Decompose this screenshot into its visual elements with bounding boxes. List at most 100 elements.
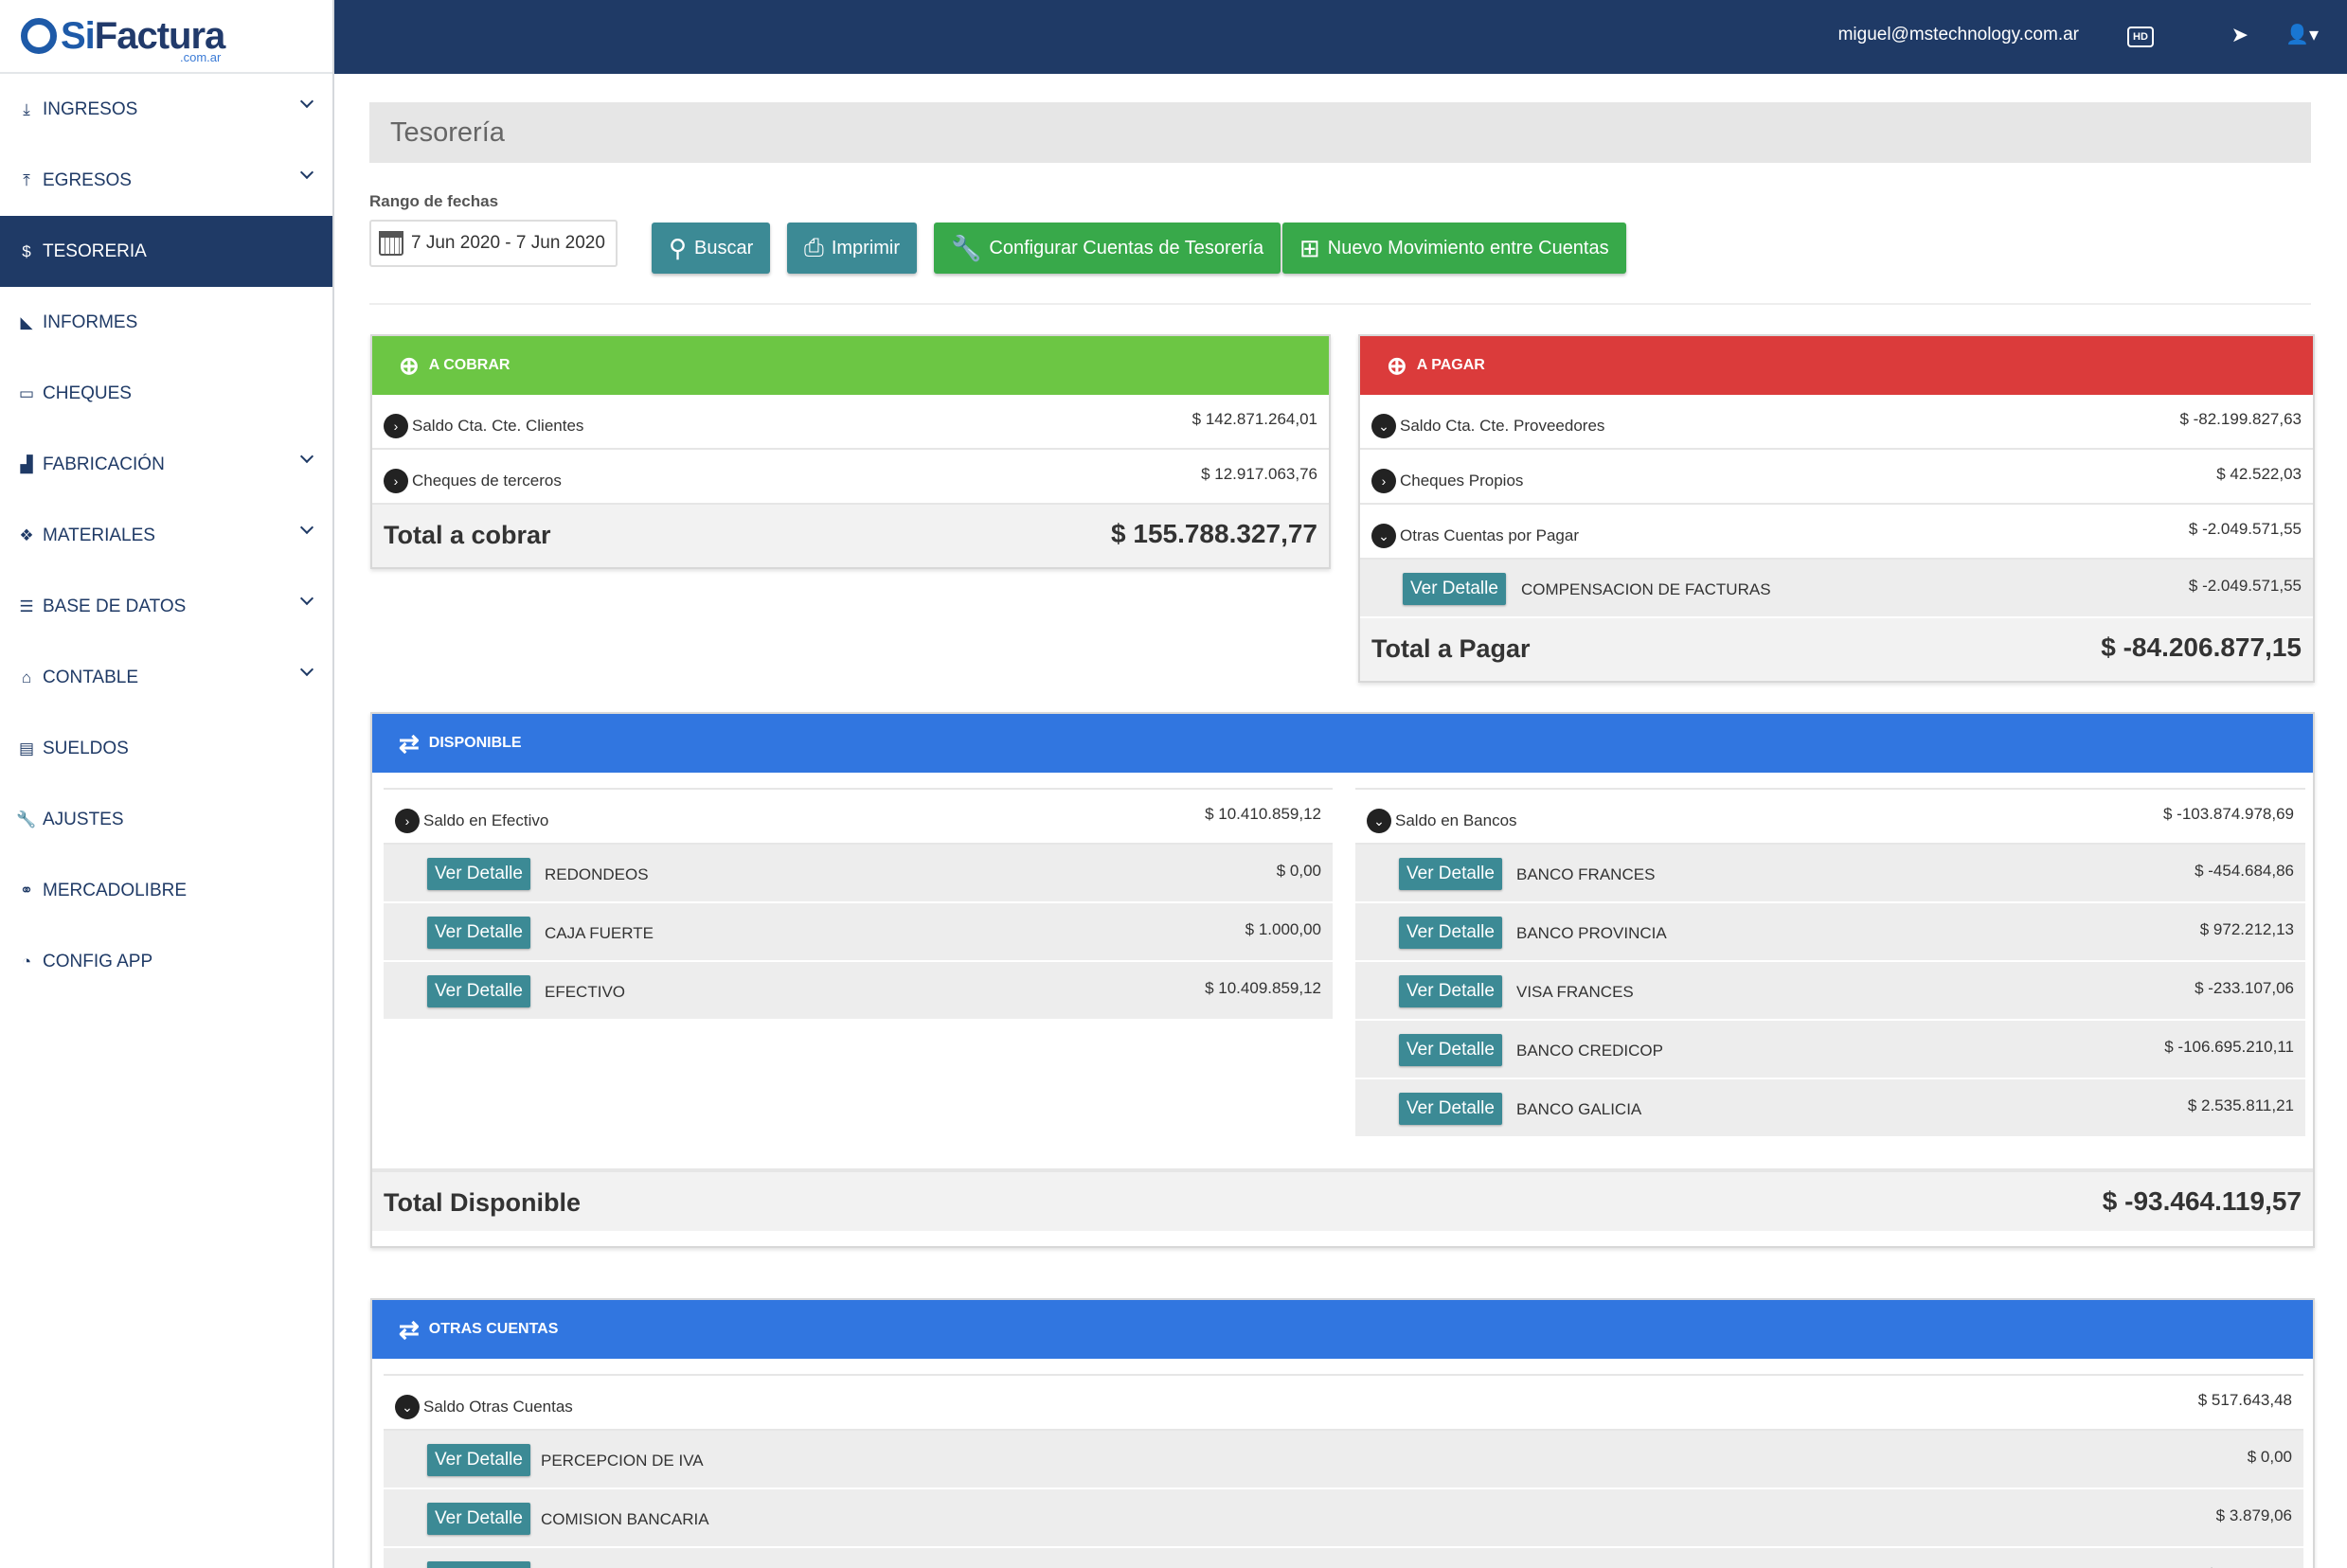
detail-row: Ver Detalle BANCO CREDICOP $ -106.695.210,… — [1355, 1021, 2305, 1079]
summary-row[interactable]: › Saldo Cta. Cte. Clientes $ 142.871.264,0… — [372, 395, 1329, 450]
logo-sub: .com.ar — [180, 50, 222, 64]
chevron-circle-right-icon[interactable]: › — [1371, 469, 1396, 493]
chevron-circle-down-icon[interactable]: ⌄ — [1371, 414, 1396, 438]
summary-row[interactable]: ⌄ Saldo Otras Cuentas $ 517.643,48 — [384, 1376, 2303, 1431]
row-label: › Cheques de terceros — [384, 469, 562, 493]
imprimir-button[interactable]: ⎙ Imprimir — [787, 223, 918, 274]
ver-detalle-button[interactable]: Ver Detalle — [1403, 573, 1506, 605]
chevron-circle-right-icon[interactable]: › — [395, 809, 420, 833]
chevron-circle-right-icon[interactable]: › — [384, 469, 408, 493]
print-icon: ⎙ — [804, 233, 824, 261]
sidebar-item-base-de-datos[interactable]: ☰ BASE DE DATOS — [0, 571, 332, 642]
logo-o-icon — [21, 18, 57, 54]
chevron-down-icon — [299, 520, 314, 535]
detail-label: VISA FRANCES — [1516, 983, 1634, 1001]
industry-icon: ▟ — [20, 454, 33, 473]
ver-detalle-button[interactable]: Ver Detalle — [427, 1561, 530, 1568]
row-value: $ 142.871.264,01 — [1191, 410, 1317, 428]
sidebar-item-ingresos[interactable]: ⤓ INGRESOS — [0, 74, 332, 145]
search-icon: ⚲ — [669, 233, 688, 262]
wrench-icon: 🔧 — [951, 233, 982, 262]
sidebar-item-label: CONFIG APP — [43, 951, 153, 971]
credit-card-icon: ▭ — [18, 383, 35, 402]
sidebar-item-label: FABRICACIÓN — [43, 454, 165, 474]
ver-detalle-button[interactable]: Ver Detalle — [1399, 975, 1502, 1007]
user-menu-icon[interactable]: 👤▾ — [2285, 23, 2319, 46]
arrow-circle-up-icon: ⊕ — [399, 350, 420, 380]
sidebar-item-informes[interactable]: ◣ INFORMES — [0, 287, 332, 358]
detail-label: EFECTIVO — [545, 983, 626, 1001]
chevron-circle-right-icon[interactable]: › — [384, 414, 408, 438]
detail-value: $ 0,00 — [1276, 862, 1321, 880]
detail-row: Ver Detalle COMISION BANCARIA $ 3.879,06 — [384, 1489, 2303, 1548]
sidebar-item-egresos[interactable]: ⤒ EGRESOS — [0, 145, 332, 216]
arrow-circle-up-icon: ⊕ — [1387, 350, 1407, 380]
chevron-circle-down-icon[interactable]: ⌄ — [1367, 809, 1391, 833]
otras-cuentas-card: ⇄ OTRAS CUENTAS ⌄ Saldo Otras Cuentas $ 51… — [370, 1298, 2315, 1568]
chevron-circle-down-icon[interactable]: ⌄ — [1371, 524, 1396, 548]
detail-value: $ -454.684,86 — [2195, 862, 2294, 880]
chevron-circle-down-icon[interactable]: ⌄ — [395, 1395, 420, 1419]
sidebar-item-label: EGRESOS — [43, 169, 132, 190]
row-value: $ -2.049.571,55 — [2188, 520, 2302, 538]
sidebar: SiFactura .com.ar ⤓ INGRESOS ⤒ EGRESOS $ TESO… — [0, 0, 334, 1568]
sidebar-item-mercadolibre[interactable]: ⚭ MERCADOLIBRE — [0, 855, 332, 926]
chevron-down-icon — [299, 449, 314, 464]
configurar-cuentas-button[interactable]: 🔧 Configurar Cuentas de Tesorería — [934, 223, 1281, 274]
sidebar-item-materiales[interactable]: ❖ MATERIALES — [0, 500, 332, 571]
sidebar-item-contable[interactable]: ⌂ CONTABLE — [0, 642, 332, 713]
summary-row[interactable]: › Cheques Propios $ 42.522,03 — [1360, 450, 2313, 505]
summary-row[interactable]: ⌄ Otras Cuentas por Pagar $ -2.049.571,55 — [1360, 505, 2313, 560]
a-cobrar-card: ⊕ A COBRAR › Saldo Cta. Cte. Clientes $ 14… — [370, 334, 1331, 569]
summary-row[interactable]: › Saldo en Efectivo $ 10.410.859,12 — [384, 790, 1333, 845]
summary-row[interactable]: ⌄ Saldo en Bancos $ -103.874.978,69 — [1355, 790, 2305, 845]
detail-label: BANCO FRANCES — [1516, 865, 1656, 883]
row-value: $ 42.522,03 — [2216, 465, 2302, 483]
sidebar-item-sueldos[interactable]: ▤ SUELDOS — [0, 713, 332, 784]
date-range-input[interactable]: 7 Jun 2020 - 7 Jun 2020 — [369, 220, 618, 267]
ver-detalle-button[interactable]: Ver Detalle — [427, 975, 530, 1007]
divider — [369, 303, 2311, 305]
ver-detalle-button[interactable]: Ver Detalle — [427, 1444, 530, 1476]
row-label: › Saldo en Efectivo — [395, 809, 548, 833]
sidebar-item-config-app[interactable]: ◔ CONFIG APP — [0, 926, 332, 997]
date-range-value: 7 Jun 2020 - 7 Jun 2020 — [411, 233, 605, 253]
ver-detalle-button[interactable]: Ver Detalle — [427, 858, 530, 890]
bank-icon: ⌂ — [21, 668, 32, 686]
row-label: › Saldo Cta. Cte. Clientes — [384, 414, 583, 438]
ver-detalle-button[interactable]: Ver Detalle — [1399, 917, 1502, 949]
ver-detalle-button[interactable]: Ver Detalle — [1399, 1093, 1502, 1125]
buscar-button[interactable]: ⚲ Buscar — [652, 223, 771, 274]
user-email[interactable]: miguel@mstechnology.com.ar — [1838, 25, 2079, 45]
detail-value: $ 1.000,00 — [1245, 920, 1321, 938]
detail-label: COMPENSACION DE FACTURAS — [1521, 580, 1771, 598]
detail-label: REDONDEOS — [545, 865, 649, 883]
ver-detalle-button[interactable]: Ver Detalle — [1399, 1034, 1502, 1066]
database-icon: ☰ — [19, 597, 34, 615]
sidebar-item-ajustes[interactable]: 🔧 AJUSTES — [0, 784, 332, 855]
ver-detalle-button[interactable]: Ver Detalle — [1399, 858, 1502, 890]
ver-detalle-button[interactable]: Ver Detalle — [427, 1503, 530, 1535]
chevron-down-icon — [299, 165, 314, 180]
sidebar-item-tesoreria[interactable]: $ TESORERIA — [0, 216, 332, 287]
dollar-icon: $ — [22, 241, 31, 260]
sidebar-item-fabricaci-n[interactable]: ▟ FABRICACIÓN — [0, 429, 332, 500]
a-cobrar-header: ⊕ A COBRAR — [372, 336, 1329, 395]
row-label: ⌄ Saldo Cta. Cte. Proveedores — [1371, 414, 1604, 438]
calendar-icon — [379, 231, 403, 256]
sidebar-item-label: MATERIALES — [43, 525, 155, 545]
hd-icon[interactable]: HD — [2127, 27, 2154, 47]
detail-value: $ -233.107,06 — [2195, 979, 2294, 997]
ver-detalle-button[interactable]: Ver Detalle — [427, 917, 530, 949]
download-icon: ⤓ — [23, 99, 30, 118]
detail-label: PERCEPCION DE IVA — [541, 1452, 704, 1470]
send-icon[interactable]: ➤ — [2231, 23, 2248, 47]
summary-row[interactable]: ⌄ Saldo Cta. Cte. Proveedores $ -82.199.82… — [1360, 395, 2313, 450]
detail-value: $ 3.879,06 — [2215, 1506, 2292, 1524]
sidebar-item-cheques[interactable]: ▭ CHEQUES — [0, 358, 332, 429]
logo[interactable]: SiFactura .com.ar — [0, 0, 332, 74]
nuevo-movimiento-button[interactable]: ⊞ Nuevo Movimiento entre Cuentas — [1282, 223, 1626, 274]
summary-row[interactable]: › Cheques de terceros $ 12.917.063,76 — [372, 450, 1329, 505]
area-chart-icon: ◣ — [20, 312, 33, 331]
otras-column: ⌄ Saldo Otras Cuentas $ 517.643,48 Ver Deta… — [384, 1374, 2303, 1568]
